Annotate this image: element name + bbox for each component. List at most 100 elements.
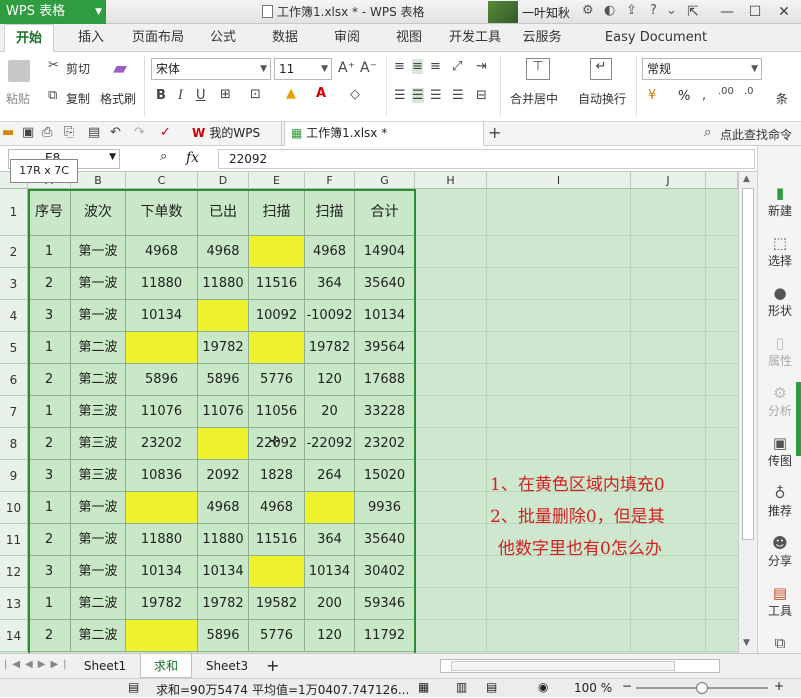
table-cell[interactable]: 10134: [126, 556, 198, 588]
tab-data[interactable]: 数据: [262, 24, 308, 52]
table-cell[interactable]: 11880: [126, 524, 198, 556]
sheet-tab[interactable]: Sheet1: [72, 654, 138, 678]
column-header[interactable]: D: [198, 172, 249, 189]
scroll-up-icon[interactable]: ▲: [743, 174, 750, 184]
copy-button[interactable]: 复制: [66, 90, 90, 107]
table-cell[interactable]: 11076: [126, 396, 198, 428]
table-cell[interactable]: 19782: [198, 588, 249, 620]
tab-formulas[interactable]: 公式: [200, 24, 246, 52]
close-button[interactable]: ✕: [767, 0, 801, 24]
table-cell[interactable]: 120: [305, 364, 355, 396]
table-cell[interactable]: [198, 428, 249, 460]
table-cell[interactable]: [249, 236, 305, 268]
side-tools[interactable]: ▤ 工具: [758, 584, 801, 619]
column-header[interactable]: B: [71, 172, 126, 189]
table-cell[interactable]: 第三波: [71, 396, 126, 428]
table-cell[interactable]: 11516: [249, 524, 305, 556]
table-cell[interactable]: 1: [28, 332, 71, 364]
table-cell[interactable]: 19582: [249, 588, 305, 620]
tab-review[interactable]: 审阅: [324, 24, 370, 52]
borders-icon[interactable]: ⊞: [220, 87, 231, 102]
font-color-icon[interactable]: A: [316, 86, 326, 101]
increase-font-icon[interactable]: A⁺: [338, 60, 355, 76]
table-cell[interactable]: 11880: [126, 268, 198, 300]
page-layout-view-icon[interactable]: ▤: [486, 680, 497, 694]
add-sheet-icon[interactable]: +: [266, 656, 279, 675]
tab-developer[interactable]: 开发工具: [444, 24, 506, 52]
align-right-icon[interactable]: ☰: [430, 88, 442, 103]
table-cell[interactable]: 264: [305, 460, 355, 492]
font-size-select[interactable]: 11 ▼: [274, 58, 332, 80]
table-cell[interactable]: 第一波: [71, 556, 126, 588]
header-cell[interactable]: 序号: [28, 189, 71, 236]
row-header[interactable]: 7: [0, 396, 28, 428]
table-cell[interactable]: 23202: [126, 428, 198, 460]
conditional-format-button[interactable]: 条: [776, 90, 788, 107]
settings-icon[interactable]: ⚙: [582, 3, 594, 18]
table-cell[interactable]: 3: [28, 556, 71, 588]
table-cell[interactable]: 5896: [198, 364, 249, 396]
row-header[interactable]: 5: [0, 332, 28, 364]
align-center-icon[interactable]: ☰: [412, 88, 424, 103]
preview-icon[interactable]: ▤: [88, 125, 100, 140]
eye-protection-icon[interactable]: ◉: [538, 680, 548, 694]
paste-button[interactable]: 粘贴: [6, 90, 30, 107]
zoom-slider-handle[interactable]: [696, 682, 708, 694]
print-icon[interactable]: ⎙: [42, 125, 52, 140]
zoom-in-icon[interactable]: +: [774, 679, 784, 693]
decrease-font-icon[interactable]: A⁻: [360, 60, 377, 76]
font-name-select[interactable]: 宋体 ▼: [151, 58, 271, 80]
sheet-tab-active[interactable]: 求和: [140, 654, 192, 678]
table-cell[interactable]: 364: [305, 524, 355, 556]
find-command[interactable]: 点此查找命令: [720, 126, 792, 143]
tab-insert[interactable]: 插入: [68, 24, 114, 52]
table-cell[interactable]: [126, 492, 198, 524]
header-cell[interactable]: 合计: [355, 189, 415, 236]
table-cell[interactable]: 1: [28, 492, 71, 524]
orientation-icon[interactable]: ⤢: [452, 59, 462, 74]
table-cell[interactable]: 2: [28, 364, 71, 396]
table-cell[interactable]: [126, 332, 198, 364]
undo-icon[interactable]: ↶: [110, 125, 121, 140]
row-header[interactable]: 12: [0, 556, 28, 588]
table-cell[interactable]: 2: [28, 428, 71, 460]
table-cell[interactable]: 第二波: [71, 364, 126, 396]
table-cell[interactable]: 10134: [355, 300, 415, 332]
formula-input[interactable]: 22092: [218, 149, 755, 169]
table-cell[interactable]: 2: [28, 620, 71, 652]
row-header[interactable]: 11: [0, 524, 28, 556]
tab-home[interactable]: 开始: [4, 24, 54, 53]
doc-tab-workbook[interactable]: ▦ 工作簿1.xlsx *: [284, 122, 484, 146]
doc-tab-my-wps[interactable]: W 我的WPS: [186, 122, 282, 146]
table-cell[interactable]: 3: [28, 460, 71, 492]
horizontal-scrollbar[interactable]: [440, 659, 720, 673]
restore-layout-icon[interactable]: ⇱: [676, 0, 710, 24]
table-cell[interactable]: 2: [28, 524, 71, 556]
share-icon[interactable]: ⇪: [626, 3, 637, 18]
side-recommend[interactable]: ♁ 推荐: [758, 484, 801, 519]
table-cell[interactable]: 4968: [249, 492, 305, 524]
table-cell[interactable]: 59346: [355, 588, 415, 620]
table-cell[interactable]: 3: [28, 300, 71, 332]
italic-icon[interactable]: I: [178, 88, 183, 103]
row-header[interactable]: 2: [0, 236, 28, 268]
align-top-icon[interactable]: ≡: [394, 59, 405, 74]
table-cell[interactable]: 10134: [126, 300, 198, 332]
open-folder-icon[interactable]: ▬: [2, 125, 14, 140]
table-cell[interactable]: 5776: [249, 364, 305, 396]
row-header[interactable]: 4: [0, 300, 28, 332]
table-cell[interactable]: 10836: [126, 460, 198, 492]
redo-icon[interactable]: ↷: [134, 125, 145, 140]
row-header[interactable]: 10: [0, 492, 28, 524]
side-analysis[interactable]: ⚙ 分析: [758, 384, 801, 419]
side-upload-image[interactable]: ▣ 传图: [758, 434, 801, 469]
row-header[interactable]: 13: [0, 588, 28, 620]
format-painter-button[interactable]: 格式刷: [100, 90, 136, 107]
increase-decimal-icon[interactable]: .00: [718, 86, 734, 97]
page-break-view-icon[interactable]: ▥: [456, 680, 467, 694]
table-cell[interactable]: 1: [28, 236, 71, 268]
comma-style-icon[interactable]: ,: [702, 88, 706, 103]
bold-icon[interactable]: B: [156, 88, 166, 103]
table-cell[interactable]: 35640: [355, 524, 415, 556]
table-cell[interactable]: 2: [28, 268, 71, 300]
